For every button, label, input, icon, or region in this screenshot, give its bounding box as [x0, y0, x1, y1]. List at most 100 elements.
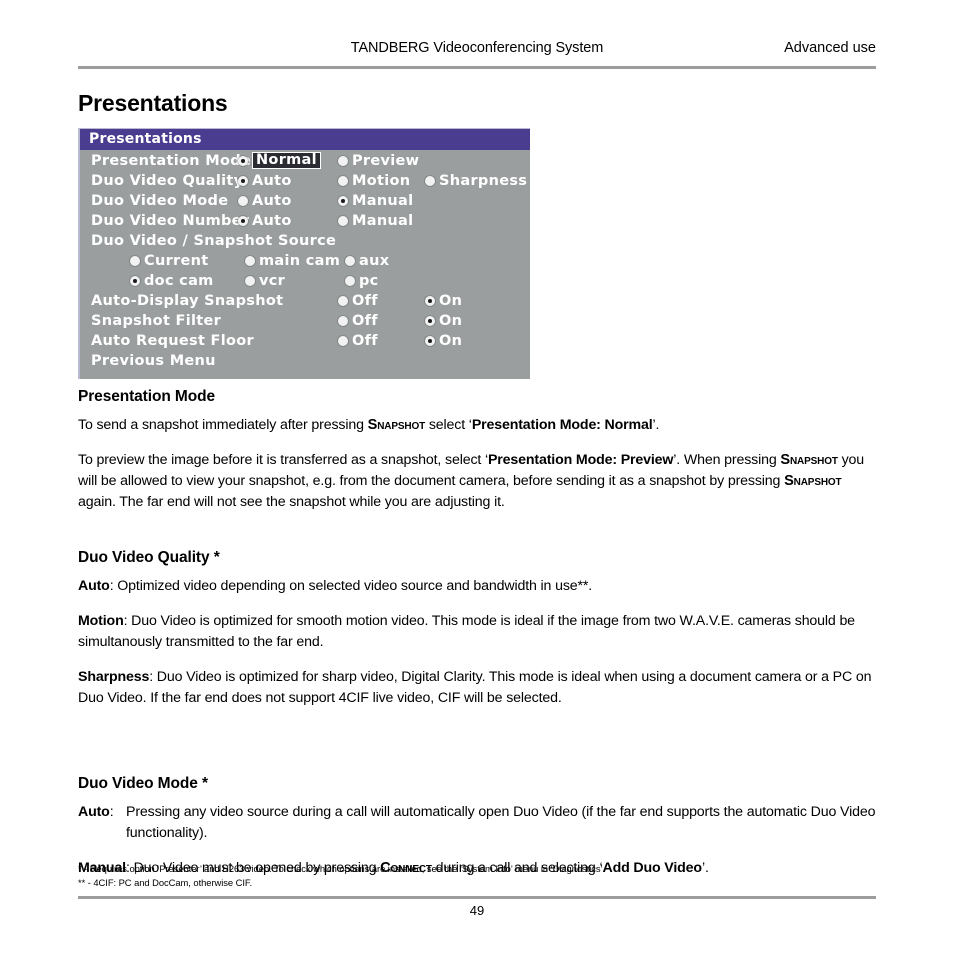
- menu-option-label: main cam: [259, 253, 341, 269]
- radio-selected-icon[interactable]: [425, 336, 435, 346]
- radio-unselected-icon[interactable]: [238, 196, 248, 206]
- heading-presentation-mode: Presentation Mode: [78, 388, 215, 405]
- radio-unselected-icon[interactable]: [345, 256, 355, 266]
- text-run: To preview the image before it is transf…: [78, 452, 488, 468]
- menu-option-source-pc[interactable]: pc: [345, 273, 379, 289]
- radio-unselected-icon[interactable]: [338, 216, 348, 226]
- text-run: To send a snapshot immediately after pre…: [78, 417, 368, 433]
- menu-option-label: On: [439, 333, 463, 349]
- menu-row-auto-display-snapshot: Auto-Display Snapshot Off On: [80, 293, 530, 313]
- radio-selected-icon[interactable]: [425, 296, 435, 306]
- menu-label-source-header: Duo Video / Snapshot Source: [91, 233, 337, 249]
- menu-option-source-aux[interactable]: aux: [345, 253, 389, 269]
- menu-option-label: aux: [359, 253, 390, 269]
- menu-option-number-manual[interactable]: Manual: [338, 213, 413, 229]
- menu-option-quality-motion[interactable]: Motion: [338, 173, 410, 189]
- term-motion: Motion: [78, 613, 124, 629]
- menu-option-label: Auto: [252, 193, 292, 209]
- radio-unselected-icon[interactable]: [345, 276, 355, 286]
- device-menu-screenshot: Presentations Presentation Mode Normal P…: [78, 128, 530, 379]
- radio-unselected-icon[interactable]: [425, 176, 435, 186]
- menu-option-mode-manual[interactable]: Manual: [338, 193, 413, 209]
- radio-selected-icon[interactable]: [425, 316, 435, 326]
- menu-option-auto-request-floor-off[interactable]: Off: [338, 333, 378, 349]
- header-section-label: Advanced use: [784, 40, 876, 56]
- radio-selected-icon[interactable]: [238, 155, 248, 166]
- menu-option-number-auto[interactable]: Auto: [238, 213, 292, 229]
- radio-selected-icon[interactable]: [238, 176, 248, 186]
- menu-option-auto-request-floor-on[interactable]: On: [425, 333, 462, 349]
- menu-label-duo-video-mode: Duo Video Mode: [91, 193, 229, 209]
- menu-row-previous-menu[interactable]: Previous Menu: [80, 353, 530, 373]
- menu-option-source-main-cam[interactable]: main cam: [245, 253, 340, 269]
- menu-option-source-vcr[interactable]: vcr: [245, 273, 285, 289]
- term-text: Auto: [78, 804, 110, 820]
- definition-text: Pressing any video source during a call …: [126, 804, 876, 841]
- menu-option-label: pc: [359, 273, 379, 289]
- paragraph-normal-mode: To send a snapshot immediately after pre…: [78, 415, 876, 436]
- paragraph-quality-auto: Auto: Optimized video depending on selec…: [78, 576, 876, 597]
- paragraph-quality-motion: Motion: Duo Video is optimized for smoot…: [78, 611, 876, 653]
- footnotes: * - Requires option ‘Presenter’ and H263…: [78, 862, 876, 890]
- menu-option-label: On: [439, 313, 463, 329]
- running-header: TANDBERG Videoconferencing System Advanc…: [78, 40, 876, 62]
- menu-body: Presentation Mode Normal Preview Duo Vid…: [80, 150, 530, 379]
- body-content: Presentation Mode To send a snapshot imm…: [78, 388, 876, 879]
- term-colon: :: [109, 804, 114, 820]
- radio-unselected-icon[interactable]: [245, 276, 255, 286]
- paragraph-quality-sharpness: Sharpness: Duo Video is optimized for sh…: [78, 667, 876, 709]
- menu-option-snapshot-filter-off[interactable]: Off: [338, 313, 378, 329]
- term-auto: Auto:: [78, 802, 126, 844]
- page-title: Presentations: [78, 90, 228, 116]
- menu-option-label: Normal: [252, 152, 321, 169]
- menu-label-duo-video-quality: Duo Video Quality: [91, 173, 244, 189]
- menu-row-duo-video-quality: Duo Video Quality Auto Motion Sharpness: [80, 173, 530, 193]
- text-run: : Duo Video is optimized for smooth moti…: [78, 613, 855, 650]
- footer-divider-rule: [78, 896, 876, 899]
- text-run: ’. When pressing: [673, 452, 781, 468]
- radio-unselected-icon[interactable]: [338, 336, 348, 346]
- menu-row-duo-video-number: Duo Video Number Auto Manual: [80, 213, 530, 233]
- menu-label-auto-display-snapshot: Auto-Display Snapshot: [91, 293, 284, 309]
- term-auto: Auto: [78, 578, 110, 594]
- text-run: ’.: [652, 417, 660, 433]
- menu-option-quality-sharpness[interactable]: Sharpness: [425, 173, 527, 189]
- menu-row-source-2: doc cam vcr pc: [80, 273, 530, 293]
- heading-duo-video-quality: Duo Video Quality *: [78, 549, 220, 566]
- menu-row-source-1: Current main cam aux: [80, 253, 530, 273]
- menu-option-mode-auto[interactable]: Auto: [238, 193, 292, 209]
- menu-label-duo-video-number: Duo Video Number: [91, 213, 250, 229]
- radio-unselected-icon[interactable]: [130, 256, 140, 266]
- radio-unselected-icon[interactable]: [338, 316, 348, 326]
- text-run: : Optimized video depending on selected …: [109, 578, 593, 594]
- menu-option-quality-auto[interactable]: Auto: [238, 173, 292, 189]
- menu-option-label: Motion: [352, 173, 411, 189]
- menu-option-label: Manual: [352, 193, 414, 209]
- menu-titlebar: Presentations: [80, 129, 530, 150]
- menu-option-auto-display-on[interactable]: On: [425, 293, 462, 309]
- text-run: select ‘: [425, 417, 472, 433]
- radio-unselected-icon[interactable]: [338, 156, 348, 166]
- page-number: 49: [469, 903, 485, 918]
- radio-selected-icon[interactable]: [238, 216, 248, 226]
- menu-row-duo-video-mode: Duo Video Mode Auto Manual: [80, 193, 530, 213]
- radio-selected-icon[interactable]: [130, 276, 140, 286]
- menu-option-label: Auto: [252, 213, 292, 229]
- menu-option-source-doc-cam[interactable]: doc cam: [130, 273, 214, 289]
- radio-selected-icon[interactable]: [338, 196, 348, 206]
- document-page: TANDBERG Videoconferencing System Advanc…: [0, 0, 954, 954]
- menu-option-normal[interactable]: Normal: [238, 152, 321, 169]
- menu-row-presentation-mode: Presentation Mode Normal Preview: [80, 152, 530, 173]
- emphasis-run: Presentation Mode: Normal: [471, 417, 653, 433]
- radio-unselected-icon[interactable]: [338, 296, 348, 306]
- menu-option-source-current[interactable]: Current: [130, 253, 208, 269]
- radio-unselected-icon[interactable]: [338, 176, 348, 186]
- menu-option-snapshot-filter-on[interactable]: On: [425, 313, 462, 329]
- emphasis-run: Presentation Mode: Preview: [487, 452, 674, 468]
- footnote-single-asterisk: * - Requires option ‘Presenter’ and H263…: [78, 863, 606, 874]
- heading-duo-video-mode: Duo Video Mode *: [78, 775, 208, 792]
- menu-option-preview[interactable]: Preview: [338, 153, 419, 169]
- menu-option-label: Auto: [252, 173, 292, 189]
- menu-option-auto-display-off[interactable]: Off: [338, 293, 378, 309]
- radio-unselected-icon[interactable]: [245, 256, 255, 266]
